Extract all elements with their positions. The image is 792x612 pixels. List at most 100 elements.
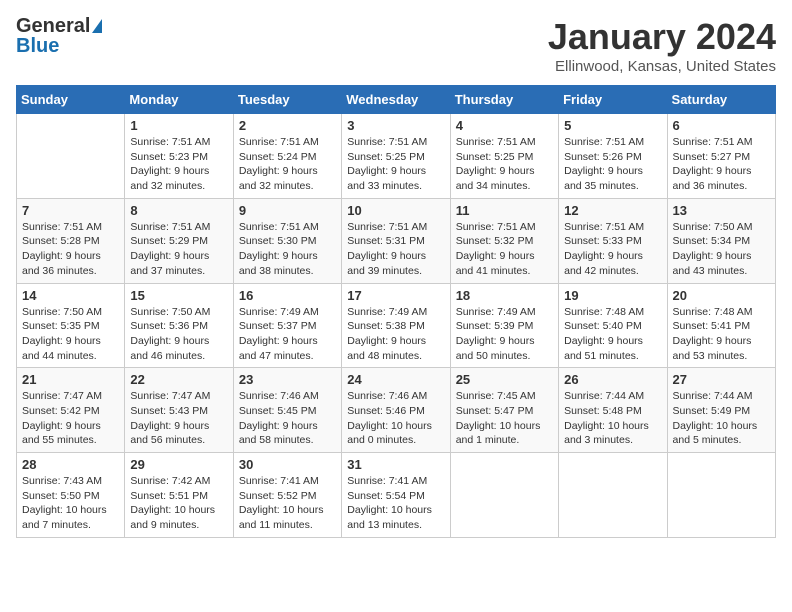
day-number: 23 <box>239 372 336 387</box>
day-info: Sunrise: 7:51 AM Sunset: 5:23 PM Dayligh… <box>130 135 227 194</box>
day-number: 29 <box>130 457 227 472</box>
weekday-header-row: SundayMondayTuesdayWednesdayThursdayFrid… <box>17 86 776 114</box>
day-info: Sunrise: 7:51 AM Sunset: 5:26 PM Dayligh… <box>564 135 661 194</box>
logo-triangle-icon <box>92 19 102 33</box>
day-number: 13 <box>673 203 770 218</box>
day-number: 4 <box>456 118 553 133</box>
day-info: Sunrise: 7:47 AM Sunset: 5:43 PM Dayligh… <box>130 389 227 448</box>
calendar-cell: 28 Sunrise: 7:43 AM Sunset: 5:50 PM Dayli… <box>17 453 125 538</box>
calendar-week-row: 21Sunrise: 7:47 AM Sunset: 5:42 PM Dayli… <box>17 368 776 453</box>
calendar-week-row: 28 Sunrise: 7:43 AM Sunset: 5:50 PM Dayli… <box>17 453 776 538</box>
day-info: Sunrise: 7:51 AM Sunset: 5:31 PM Dayligh… <box>347 220 444 279</box>
calendar-cell: 7 Sunrise: 7:51 AM Sunset: 5:28 PM Daylig… <box>17 198 125 283</box>
day-number: 8 <box>130 203 227 218</box>
day-info: Sunrise: 7:51 AM Sunset: 5:27 PM Dayligh… <box>673 135 770 194</box>
day-number: 22 <box>130 372 227 387</box>
day-number: 18 <box>456 288 553 303</box>
calendar-cell: 24Sunrise: 7:46 AM Sunset: 5:46 PM Dayli… <box>342 368 450 453</box>
calendar-cell: 20 Sunrise: 7:48 AM Sunset: 5:41 PM Dayli… <box>667 283 775 368</box>
calendar-cell: 22 Sunrise: 7:47 AM Sunset: 5:43 PM Dayli… <box>125 368 233 453</box>
day-number: 15 <box>130 288 227 303</box>
calendar-cell: 26Sunrise: 7:44 AM Sunset: 5:48 PM Dayli… <box>559 368 667 453</box>
calendar-cell: 16 Sunrise: 7:49 AM Sunset: 5:37 PM Dayli… <box>233 283 341 368</box>
day-info: Sunrise: 7:48 AM Sunset: 5:41 PM Dayligh… <box>673 305 770 364</box>
calendar-cell: 23 Sunrise: 7:46 AM Sunset: 5:45 PM Dayli… <box>233 368 341 453</box>
day-number: 28 <box>22 457 119 472</box>
day-info: Sunrise: 7:51 AM Sunset: 5:25 PM Dayligh… <box>347 135 444 194</box>
calendar-cell: 12Sunrise: 7:51 AM Sunset: 5:33 PM Dayli… <box>559 198 667 283</box>
day-info: Sunrise: 7:46 AM Sunset: 5:45 PM Dayligh… <box>239 389 336 448</box>
calendar-cell <box>17 114 125 199</box>
day-info: Sunrise: 7:50 AM Sunset: 5:36 PM Dayligh… <box>130 305 227 364</box>
calendar-cell: 30Sunrise: 7:41 AM Sunset: 5:52 PM Dayli… <box>233 453 341 538</box>
month-year-title: January 2024 <box>548 16 776 58</box>
calendar-cell <box>450 453 558 538</box>
weekday-header-monday: Monday <box>125 86 233 114</box>
day-info: Sunrise: 7:51 AM Sunset: 5:29 PM Dayligh… <box>130 220 227 279</box>
calendar-cell: 9 Sunrise: 7:51 AM Sunset: 5:30 PM Daylig… <box>233 198 341 283</box>
weekday-header-wednesday: Wednesday <box>342 86 450 114</box>
day-info: Sunrise: 7:51 AM Sunset: 5:25 PM Dayligh… <box>456 135 553 194</box>
day-number: 31 <box>347 457 444 472</box>
logo-blue-text: Blue <box>16 36 59 56</box>
day-info: Sunrise: 7:49 AM Sunset: 5:39 PM Dayligh… <box>456 305 553 364</box>
day-info: Sunrise: 7:49 AM Sunset: 5:38 PM Dayligh… <box>347 305 444 364</box>
weekday-header-thursday: Thursday <box>450 86 558 114</box>
calendar-cell: 3 Sunrise: 7:51 AM Sunset: 5:25 PM Daylig… <box>342 114 450 199</box>
day-number: 7 <box>22 203 119 218</box>
calendar-cell: 5 Sunrise: 7:51 AM Sunset: 5:26 PM Daylig… <box>559 114 667 199</box>
weekday-header-saturday: Saturday <box>667 86 775 114</box>
weekday-header-sunday: Sunday <box>17 86 125 114</box>
calendar-cell <box>667 453 775 538</box>
calendar-week-row: 14 Sunrise: 7:50 AM Sunset: 5:35 PM Dayli… <box>17 283 776 368</box>
day-number: 25 <box>456 372 553 387</box>
day-info: Sunrise: 7:43 AM Sunset: 5:50 PM Dayligh… <box>22 474 119 533</box>
calendar-cell: 15 Sunrise: 7:50 AM Sunset: 5:36 PM Dayli… <box>125 283 233 368</box>
day-number: 5 <box>564 118 661 133</box>
day-number: 30 <box>239 457 336 472</box>
day-number: 2 <box>239 118 336 133</box>
day-number: 20 <box>673 288 770 303</box>
day-number: 16 <box>239 288 336 303</box>
calendar-cell: 10 Sunrise: 7:51 AM Sunset: 5:31 PM Dayli… <box>342 198 450 283</box>
day-info: Sunrise: 7:51 AM Sunset: 5:28 PM Dayligh… <box>22 220 119 279</box>
day-number: 10 <box>347 203 444 218</box>
calendar-cell: 2 Sunrise: 7:51 AM Sunset: 5:24 PM Daylig… <box>233 114 341 199</box>
day-info: Sunrise: 7:50 AM Sunset: 5:35 PM Dayligh… <box>22 305 119 364</box>
logo-general-text: General <box>16 16 90 36</box>
calendar-week-row: 1 Sunrise: 7:51 AM Sunset: 5:23 PM Daylig… <box>17 114 776 199</box>
day-info: Sunrise: 7:47 AM Sunset: 5:42 PM Dayligh… <box>22 389 119 448</box>
day-number: 27 <box>673 372 770 387</box>
weekday-header-friday: Friday <box>559 86 667 114</box>
calendar-cell: 13 Sunrise: 7:50 AM Sunset: 5:34 PM Dayli… <box>667 198 775 283</box>
calendar-cell: 21Sunrise: 7:47 AM Sunset: 5:42 PM Dayli… <box>17 368 125 453</box>
day-number: 3 <box>347 118 444 133</box>
day-number: 19 <box>564 288 661 303</box>
calendar-cell: 29 Sunrise: 7:42 AM Sunset: 5:51 PM Dayli… <box>125 453 233 538</box>
calendar-cell: 17 Sunrise: 7:49 AM Sunset: 5:38 PM Dayli… <box>342 283 450 368</box>
day-info: Sunrise: 7:42 AM Sunset: 5:51 PM Dayligh… <box>130 474 227 533</box>
day-number: 17 <box>347 288 444 303</box>
location-subtitle: Ellinwood, Kansas, United States <box>548 58 776 75</box>
calendar-cell: 14 Sunrise: 7:50 AM Sunset: 5:35 PM Dayli… <box>17 283 125 368</box>
calendar-cell: 19 Sunrise: 7:48 AM Sunset: 5:40 PM Dayli… <box>559 283 667 368</box>
day-number: 9 <box>239 203 336 218</box>
calendar-cell: 8 Sunrise: 7:51 AM Sunset: 5:29 PM Daylig… <box>125 198 233 283</box>
day-info: Sunrise: 7:51 AM Sunset: 5:30 PM Dayligh… <box>239 220 336 279</box>
day-number: 1 <box>130 118 227 133</box>
day-info: Sunrise: 7:48 AM Sunset: 5:40 PM Dayligh… <box>564 305 661 364</box>
calendar-cell <box>559 453 667 538</box>
calendar-cell: 31Sunrise: 7:41 AM Sunset: 5:54 PM Dayli… <box>342 453 450 538</box>
calendar-cell: 11Sunrise: 7:51 AM Sunset: 5:32 PM Dayli… <box>450 198 558 283</box>
day-info: Sunrise: 7:49 AM Sunset: 5:37 PM Dayligh… <box>239 305 336 364</box>
logo: General Blue <box>16 16 102 56</box>
day-number: 26 <box>564 372 661 387</box>
day-info: Sunrise: 7:50 AM Sunset: 5:34 PM Dayligh… <box>673 220 770 279</box>
day-info: Sunrise: 7:51 AM Sunset: 5:33 PM Dayligh… <box>564 220 661 279</box>
day-info: Sunrise: 7:51 AM Sunset: 5:24 PM Dayligh… <box>239 135 336 194</box>
calendar-cell: 1 Sunrise: 7:51 AM Sunset: 5:23 PM Daylig… <box>125 114 233 199</box>
calendar-cell: 6Sunrise: 7:51 AM Sunset: 5:27 PM Daylig… <box>667 114 775 199</box>
weekday-header-tuesday: Tuesday <box>233 86 341 114</box>
day-info: Sunrise: 7:44 AM Sunset: 5:49 PM Dayligh… <box>673 389 770 448</box>
day-number: 14 <box>22 288 119 303</box>
